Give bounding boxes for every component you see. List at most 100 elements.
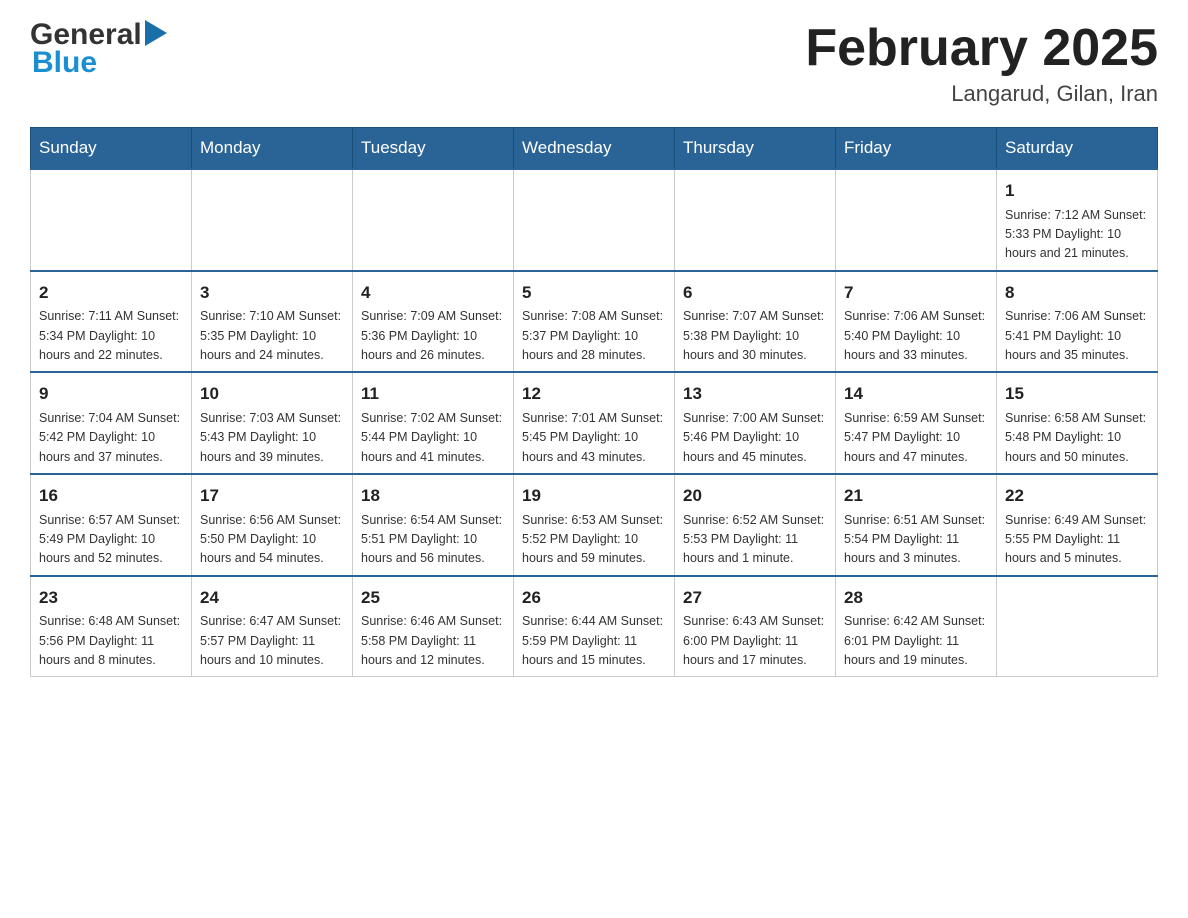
day-info: Sunrise: 7:06 AM Sunset: 5:40 PM Dayligh… [844,307,988,365]
table-row: 21Sunrise: 6:51 AM Sunset: 5:54 PM Dayli… [836,474,997,576]
day-number: 9 [39,381,183,407]
calendar-week-row: 2Sunrise: 7:11 AM Sunset: 5:34 PM Daylig… [31,271,1158,373]
day-info: Sunrise: 7:06 AM Sunset: 5:41 PM Dayligh… [1005,307,1149,365]
day-info: Sunrise: 6:57 AM Sunset: 5:49 PM Dayligh… [39,511,183,569]
table-row: 17Sunrise: 6:56 AM Sunset: 5:50 PM Dayli… [192,474,353,576]
table-row [192,169,353,271]
table-row [353,169,514,271]
table-row: 8Sunrise: 7:06 AM Sunset: 5:41 PM Daylig… [997,271,1158,373]
table-row: 13Sunrise: 7:00 AM Sunset: 5:46 PM Dayli… [675,372,836,474]
day-info: Sunrise: 7:00 AM Sunset: 5:46 PM Dayligh… [683,409,827,467]
day-info: Sunrise: 6:46 AM Sunset: 5:58 PM Dayligh… [361,612,505,670]
day-number: 15 [1005,381,1149,407]
day-info: Sunrise: 7:11 AM Sunset: 5:34 PM Dayligh… [39,307,183,365]
day-info: Sunrise: 7:02 AM Sunset: 5:44 PM Dayligh… [361,409,505,467]
day-number: 5 [522,280,666,306]
day-number: 4 [361,280,505,306]
table-row: 14Sunrise: 6:59 AM Sunset: 5:47 PM Dayli… [836,372,997,474]
table-row: 25Sunrise: 6:46 AM Sunset: 5:58 PM Dayli… [353,576,514,677]
table-row: 24Sunrise: 6:47 AM Sunset: 5:57 PM Dayli… [192,576,353,677]
col-sunday: Sunday [31,128,192,170]
table-row: 20Sunrise: 6:52 AM Sunset: 5:53 PM Dayli… [675,474,836,576]
calendar-week-row: 9Sunrise: 7:04 AM Sunset: 5:42 PM Daylig… [31,372,1158,474]
day-number: 8 [1005,280,1149,306]
col-saturday: Saturday [997,128,1158,170]
table-row: 12Sunrise: 7:01 AM Sunset: 5:45 PM Dayli… [514,372,675,474]
table-row: 7Sunrise: 7:06 AM Sunset: 5:40 PM Daylig… [836,271,997,373]
logo-blue-text: Blue [32,46,97,79]
day-number: 23 [39,585,183,611]
day-number: 6 [683,280,827,306]
table-row: 1Sunrise: 7:12 AM Sunset: 5:33 PM Daylig… [997,169,1158,271]
calendar-header-row: Sunday Monday Tuesday Wednesday Thursday… [31,128,1158,170]
day-number: 11 [361,381,505,407]
day-number: 21 [844,483,988,509]
day-number: 3 [200,280,344,306]
day-info: Sunrise: 6:44 AM Sunset: 5:59 PM Dayligh… [522,612,666,670]
day-info: Sunrise: 7:12 AM Sunset: 5:33 PM Dayligh… [1005,206,1149,264]
day-info: Sunrise: 7:08 AM Sunset: 5:37 PM Dayligh… [522,307,666,365]
calendar: Sunday Monday Tuesday Wednesday Thursday… [30,127,1158,677]
month-title: February 2025 [805,20,1158,77]
day-info: Sunrise: 6:47 AM Sunset: 5:57 PM Dayligh… [200,612,344,670]
table-row: 22Sunrise: 6:49 AM Sunset: 5:55 PM Dayli… [997,474,1158,576]
day-number: 2 [39,280,183,306]
day-number: 12 [522,381,666,407]
day-number: 1 [1005,178,1149,204]
table-row [836,169,997,271]
col-friday: Friday [836,128,997,170]
table-row: 18Sunrise: 6:54 AM Sunset: 5:51 PM Dayli… [353,474,514,576]
table-row: 10Sunrise: 7:03 AM Sunset: 5:43 PM Dayli… [192,372,353,474]
table-row: 28Sunrise: 6:42 AM Sunset: 6:01 PM Dayli… [836,576,997,677]
day-number: 25 [361,585,505,611]
day-info: Sunrise: 6:42 AM Sunset: 6:01 PM Dayligh… [844,612,988,670]
day-info: Sunrise: 7:09 AM Sunset: 5:36 PM Dayligh… [361,307,505,365]
table-row: 6Sunrise: 7:07 AM Sunset: 5:38 PM Daylig… [675,271,836,373]
day-info: Sunrise: 6:56 AM Sunset: 5:50 PM Dayligh… [200,511,344,569]
day-number: 7 [844,280,988,306]
logo-arrow-icon [145,20,167,46]
table-row: 3Sunrise: 7:10 AM Sunset: 5:35 PM Daylig… [192,271,353,373]
calendar-week-row: 16Sunrise: 6:57 AM Sunset: 5:49 PM Dayli… [31,474,1158,576]
day-number: 28 [844,585,988,611]
table-row: 23Sunrise: 6:48 AM Sunset: 5:56 PM Dayli… [31,576,192,677]
location: Langarud, Gilan, Iran [805,81,1158,107]
table-row: 27Sunrise: 6:43 AM Sunset: 6:00 PM Dayli… [675,576,836,677]
calendar-week-row: 1Sunrise: 7:12 AM Sunset: 5:33 PM Daylig… [31,169,1158,271]
day-info: Sunrise: 6:59 AM Sunset: 5:47 PM Dayligh… [844,409,988,467]
day-info: Sunrise: 6:48 AM Sunset: 5:56 PM Dayligh… [39,612,183,670]
day-info: Sunrise: 7:10 AM Sunset: 5:35 PM Dayligh… [200,307,344,365]
col-tuesday: Tuesday [353,128,514,170]
col-monday: Monday [192,128,353,170]
day-number: 20 [683,483,827,509]
table-row: 26Sunrise: 6:44 AM Sunset: 5:59 PM Dayli… [514,576,675,677]
calendar-week-row: 23Sunrise: 6:48 AM Sunset: 5:56 PM Dayli… [31,576,1158,677]
day-info: Sunrise: 6:43 AM Sunset: 6:00 PM Dayligh… [683,612,827,670]
title-area: February 2025 Langarud, Gilan, Iran [805,20,1158,107]
day-info: Sunrise: 7:01 AM Sunset: 5:45 PM Dayligh… [522,409,666,467]
table-row [31,169,192,271]
table-row: 16Sunrise: 6:57 AM Sunset: 5:49 PM Dayli… [31,474,192,576]
day-info: Sunrise: 6:54 AM Sunset: 5:51 PM Dayligh… [361,511,505,569]
day-info: Sunrise: 6:51 AM Sunset: 5:54 PM Dayligh… [844,511,988,569]
day-number: 27 [683,585,827,611]
table-row: 15Sunrise: 6:58 AM Sunset: 5:48 PM Dayli… [997,372,1158,474]
day-number: 19 [522,483,666,509]
day-number: 24 [200,585,344,611]
day-number: 10 [200,381,344,407]
day-info: Sunrise: 6:58 AM Sunset: 5:48 PM Dayligh… [1005,409,1149,467]
day-info: Sunrise: 7:03 AM Sunset: 5:43 PM Dayligh… [200,409,344,467]
day-info: Sunrise: 7:04 AM Sunset: 5:42 PM Dayligh… [39,409,183,467]
day-info: Sunrise: 6:53 AM Sunset: 5:52 PM Dayligh… [522,511,666,569]
col-wednesday: Wednesday [514,128,675,170]
col-thursday: Thursday [675,128,836,170]
day-number: 18 [361,483,505,509]
table-row: 5Sunrise: 7:08 AM Sunset: 5:37 PM Daylig… [514,271,675,373]
table-row: 2Sunrise: 7:11 AM Sunset: 5:34 PM Daylig… [31,271,192,373]
day-number: 17 [200,483,344,509]
table-row [675,169,836,271]
table-row: 4Sunrise: 7:09 AM Sunset: 5:36 PM Daylig… [353,271,514,373]
logo: General Blue [30,20,167,80]
table-row: 9Sunrise: 7:04 AM Sunset: 5:42 PM Daylig… [31,372,192,474]
day-info: Sunrise: 6:49 AM Sunset: 5:55 PM Dayligh… [1005,511,1149,569]
